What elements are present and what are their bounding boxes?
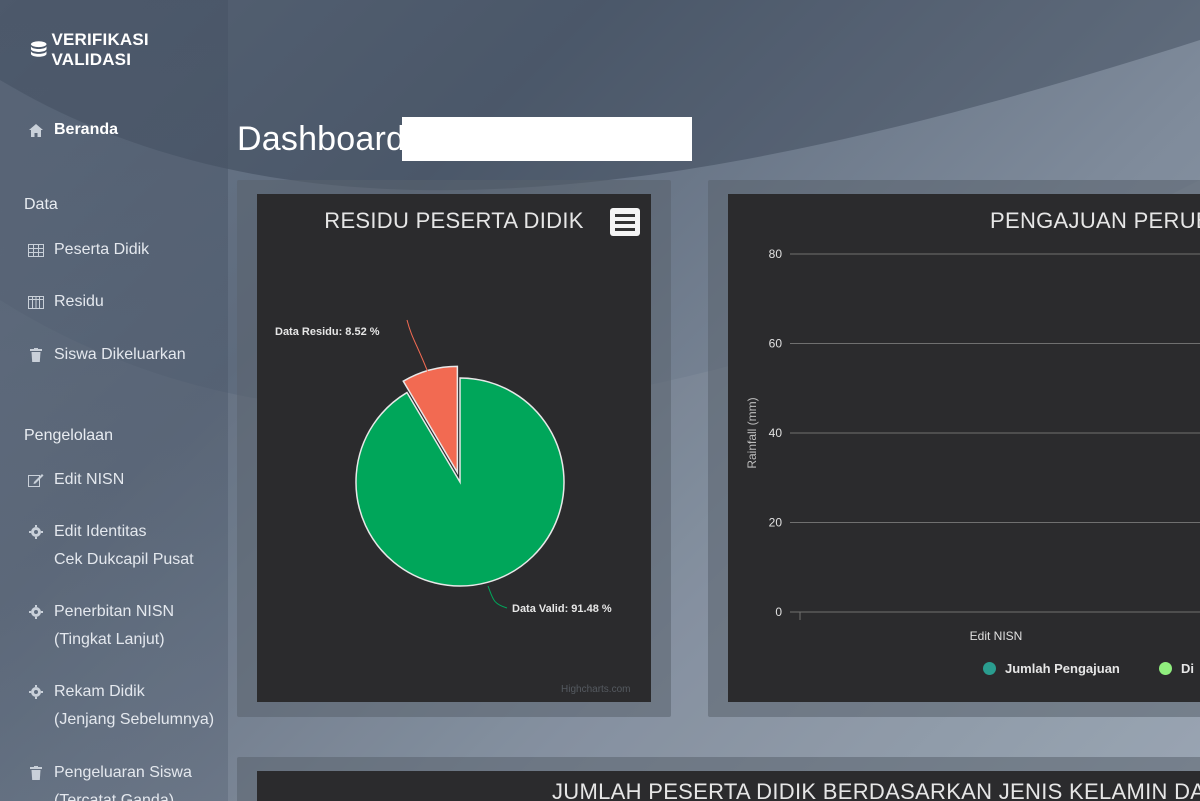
sidebar-item-label: Edit Identitas xyxy=(54,523,147,540)
page-title: Dashboard xyxy=(237,120,406,158)
sidebar-item-label: Siswa Dikeluarkan xyxy=(54,346,186,363)
database-icon xyxy=(30,41,47,57)
legend-label: Jumlah Pengajuan xyxy=(1005,661,1120,676)
pie-label-valid: Data Valid: 91.48 % xyxy=(512,603,612,615)
pie-chart-svg: Data Residu: 8.52 % Data Valid: 91.48 % xyxy=(275,319,612,615)
gender-chart-title: JUMLAH PESERTA DIDIK BERDASARKAN JENIS K… xyxy=(552,779,1200,801)
y-tick-label: 60 xyxy=(769,337,783,351)
y-tick-label: 80 xyxy=(769,247,783,261)
edit-icon xyxy=(28,466,44,494)
pie-label-residu: Data Residu: 8.52 % xyxy=(275,326,380,338)
sidebar-item-label: Pengeluaran Siswa xyxy=(54,764,192,781)
sidebar-section-data: Data xyxy=(24,196,58,213)
sidebar-item-residu[interactable]: Residu xyxy=(28,288,104,316)
legend-label: Di xyxy=(1181,661,1194,676)
sidebar-item-pengeluaran-siswa[interactable]: Pengeluaran Siswa (Tercatat Ganda) xyxy=(28,759,192,801)
brand-title: VERIFIKASI VALIDASI xyxy=(51,30,149,69)
pie-connector-valid xyxy=(487,585,508,609)
table-icon xyxy=(28,236,44,264)
pie-connector-residu xyxy=(406,319,430,376)
legend-item-jumlah-pengajuan[interactable]: Jumlah Pengajuan xyxy=(983,661,1120,676)
sidebar-item-label: Penerbitan NISN xyxy=(54,603,175,620)
sidebar-item-beranda[interactable]: Beranda xyxy=(28,116,118,144)
sidebar-item-label: Edit NISN xyxy=(54,471,125,488)
sidebar: VERIFIKASI VALIDASI Beranda Data Peserta… xyxy=(0,0,228,801)
columns-icon xyxy=(28,288,44,316)
pie-slice-data-valid[interactable] xyxy=(355,377,565,587)
sidebar-item-peserta-didik[interactable]: Peserta Didik xyxy=(28,236,149,264)
y-tick-label: 20 xyxy=(769,516,783,530)
sidebar-item-penerbitan-nisn[interactable]: Penerbitan NISN (Tingkat Lanjut) xyxy=(28,598,174,654)
sidebar-item-sublabel: (Jenjang Sebelumnya) xyxy=(54,711,215,728)
gender-chart-area: JUMLAH PESERTA DIDIK BERDASARKAN JENIS K… xyxy=(257,771,1200,801)
gender-chart-card: JUMLAH PESERTA DIDIK BERDASARKAN JENIS K… xyxy=(237,757,1200,801)
y-axis-label: Rainfall (mm) xyxy=(745,397,759,468)
sidebar-section-pengelolaan: Pengelolaan xyxy=(24,427,113,444)
y-tick-label: 40 xyxy=(769,426,783,440)
sidebar-item-sublabel: (Tercatat Ganda) xyxy=(54,792,175,801)
legend-item-di[interactable]: Di xyxy=(1159,661,1194,676)
gear-icon xyxy=(28,678,44,706)
x-tick-label: Edit NISN xyxy=(970,629,1023,643)
redacted-block xyxy=(402,117,692,161)
legend-marker xyxy=(1159,662,1172,675)
bar-chart-area: PENGAJUAN PERUB 0 20 40 60 80 Edit NISN Rainfa… xyxy=(728,194,1200,702)
home-icon xyxy=(28,116,44,144)
sidebar-item-label: Rekam Didik xyxy=(54,683,145,700)
bar-chart-svg: 0 20 40 60 80 Edit NISN Rainfall (mm) xyxy=(745,247,1200,643)
sidebar-item-sublabel: Cek Dukcapil Pusat xyxy=(54,551,194,568)
sidebar-item-label: Beranda xyxy=(54,121,119,138)
trash-icon xyxy=(28,759,44,787)
sidebar-item-label: Peserta Didik xyxy=(54,241,150,258)
sidebar-item-rekam-didik[interactable]: Rekam Didik (Jenjang Sebelumnya) xyxy=(28,678,214,734)
sidebar-item-sublabel: (Tingkat Lanjut) xyxy=(54,631,165,648)
legend-marker xyxy=(983,662,996,675)
sidebar-item-edit-nisn[interactable]: Edit NISN xyxy=(28,466,124,494)
pie-chart-card: RESIDU PESERTA DIDIK Data Residu: 8.52 %… xyxy=(237,180,671,717)
bar-chart-card: PENGAJUAN PERUB 0 20 40 60 80 Edit NISN Rainfa… xyxy=(708,180,1200,717)
sidebar-item-siswa-dikeluarkan[interactable]: Siswa Dikeluarkan xyxy=(28,341,186,369)
trash-icon xyxy=(28,341,44,369)
chart-credits[interactable]: Highcharts.com xyxy=(561,684,630,695)
sidebar-item-label: Residu xyxy=(54,293,104,310)
gear-icon xyxy=(28,518,44,546)
pie-chart-area: RESIDU PESERTA DIDIK Data Residu: 8.52 %… xyxy=(257,194,651,702)
sidebar-item-edit-identitas[interactable]: Edit Identitas Cek Dukcapil Pusat xyxy=(28,518,194,574)
y-tick-label: 0 xyxy=(775,605,782,619)
gear-icon xyxy=(28,598,44,626)
brand[interactable]: VERIFIKASI VALIDASI xyxy=(30,30,228,70)
